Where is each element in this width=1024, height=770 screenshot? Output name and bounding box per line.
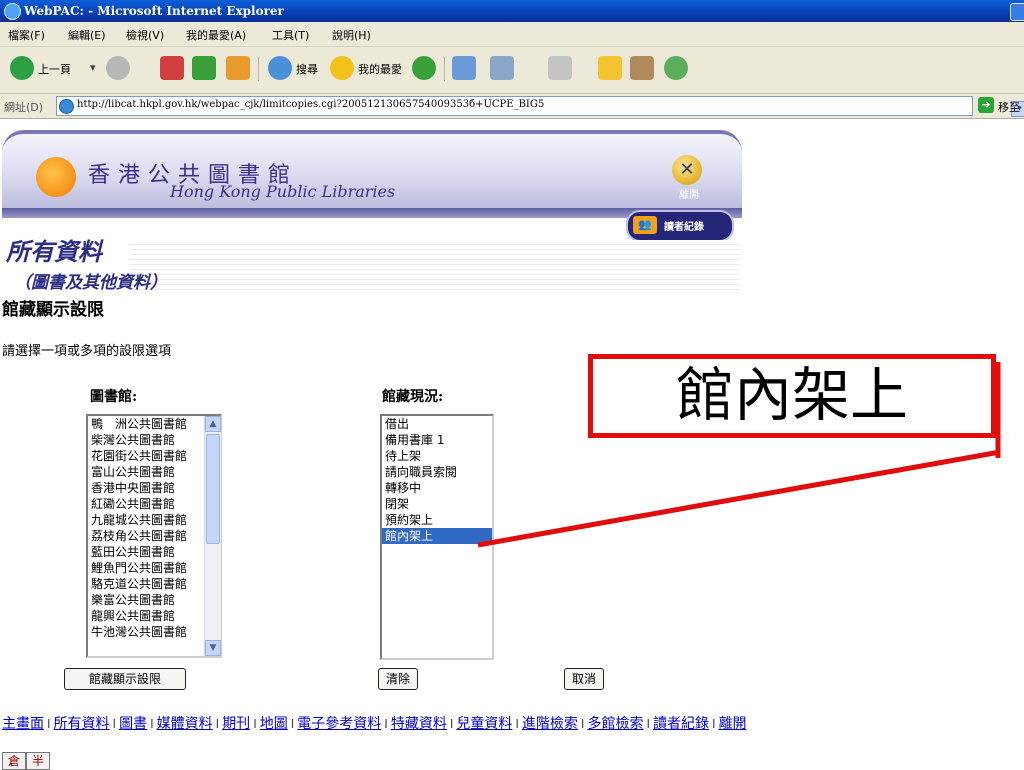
footer-link[interactable]: 圖書 <box>119 716 147 732</box>
footer-link[interactable]: 主畫面 <box>2 716 44 732</box>
footer-separator: I <box>449 717 454 731</box>
footer-link[interactable]: 特藏資料 <box>391 716 447 732</box>
footer-separator: I <box>112 717 117 731</box>
footer-link[interactable]: 讀者紀錄 <box>653 716 709 732</box>
footer-link[interactable]: 電子參考資料 <box>297 716 381 732</box>
footer-separator: I <box>580 717 585 731</box>
footer-nav: 主畫面 I 所有資料 I 圖書 I 媒體資料 I 期刊 I 地圖 I 電子參考資料 I 特藏資料 I 兒童資料 I… <box>2 714 762 734</box>
footer-separator: I <box>384 717 388 731</box>
annotation-callout-text: 館內架上 <box>675 361 908 429</box>
ime-toolbar: 倉半 <box>2 752 50 770</box>
footer-separator: I <box>150 717 154 731</box>
footer-link[interactable]: 地圖 <box>260 716 288 732</box>
footer-link[interactable]: 多館檢索 <box>587 716 643 732</box>
footer-separator: I <box>515 717 519 731</box>
footer-separator: I <box>712 717 716 731</box>
footer-separator: I <box>215 717 220 731</box>
footer-link[interactable]: 兒童資料 <box>456 716 512 732</box>
footer-separator: I <box>646 717 651 731</box>
footer-link[interactable]: 期刊 <box>222 716 250 732</box>
ime-width-icon[interactable]: 半 <box>26 752 50 770</box>
annotation-line <box>477 449 1001 548</box>
ime-mode-icon[interactable]: 倉 <box>2 752 26 770</box>
footer-link[interactable]: 離開 <box>719 716 747 732</box>
footer-link[interactable]: 媒體資料 <box>157 716 213 732</box>
footer-separator: I <box>253 717 257 731</box>
footer-separator: I <box>47 717 51 731</box>
footer-separator: I <box>290 717 295 731</box>
footer-link[interactable]: 所有資料 <box>54 716 110 732</box>
footer-link[interactable]: 進階檢索 <box>522 716 578 732</box>
